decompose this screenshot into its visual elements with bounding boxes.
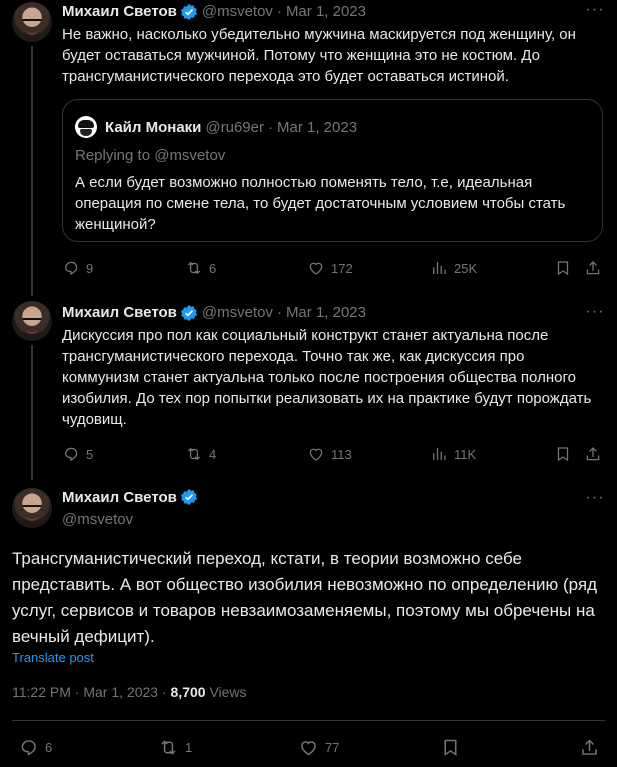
reply-button[interactable]: 5 [62,444,93,464]
like-button[interactable]: 77 [298,737,339,757]
thread-connector [31,345,33,480]
verified-badge-icon [180,3,198,21]
main-author-row: Михаил Светов [62,488,202,506]
reply-button[interactable]: 6 [18,737,52,757]
quoted-tweet[interactable]: Кайл Монаки @ru69er · Mar 1, 2023 Replyi… [62,99,603,242]
share-icon [586,261,600,275]
post-date[interactable]: Mar 1, 2023 [286,303,366,323]
thread: Михаил Светов @msvetov · Mar 1, 2023 ···… [0,0,617,767]
share-icon [586,447,600,461]
views-icon [433,448,446,460]
post-time[interactable]: 11:22 PM [12,684,71,700]
views-button[interactable]: 25K [430,258,477,278]
repost-count: 1 [185,739,193,755]
separator: · [74,684,80,700]
quote-author-name: Кайл Монаки [105,118,202,136]
bookmark-icon [557,447,569,462]
author-handle[interactable]: @msvetov [202,303,273,323]
tweet-text: Дискуссия про пол как социальный констру… [62,327,592,428]
reply-count: 5 [86,446,94,462]
like-count: 113 [331,446,352,462]
tweet-text: Не важно, насколько убедительно мужчина … [62,26,576,85]
views-label: Views [209,684,247,700]
like-count: 172 [331,260,353,276]
main-tweet-text: Трансгуманистический переход, кстати, в … [12,549,597,646]
post-date[interactable]: Mar 1, 2023 [286,2,366,22]
repost-icon [187,261,201,275]
avatar[interactable] [12,301,52,341]
quote-author-handle: @ru69er [205,118,264,136]
separator: · [276,304,282,321]
like-icon [301,740,316,755]
like-icon [309,448,323,461]
repost-button[interactable]: 6 [185,258,216,278]
bookmark-icon [557,261,569,276]
author-handle[interactable]: @msvetov [62,511,133,528]
views-count: 11K [454,446,477,462]
divider [12,720,605,721]
more-icon[interactable]: ··· [585,2,605,24]
bookmark-icon [444,739,457,756]
quote-header: Кайл Монаки @ru69er · Mar 1, 2023 [75,116,357,138]
author-handle[interactable]: @msvetov [202,2,273,22]
bookmark-button[interactable] [554,258,572,278]
repost-count: 4 [209,446,217,462]
reply-icon [65,447,78,462]
reply-button[interactable]: 9 [62,258,93,278]
separator: · [267,118,273,136]
views-icon [433,262,446,274]
like-button[interactable]: 113 [307,444,352,464]
author-name[interactable]: Михаил Светов [62,303,177,323]
repost-button[interactable]: 4 [185,444,216,464]
repost-count: 6 [209,260,217,276]
like-button[interactable]: 172 [307,258,353,278]
avatar[interactable] [12,2,52,42]
tweet-header: Михаил Светов @msvetov · Mar 1, 2023 [62,303,366,323]
post-date[interactable]: Mar 1, 2023 [83,684,158,700]
reply-icon [21,739,36,756]
verified-badge-icon [180,488,198,506]
reply-icon [65,261,78,276]
action-bar: 5 4 113 11K [62,444,607,464]
share-button[interactable] [584,258,602,278]
quote-avatar [75,116,97,138]
thread-connector [31,46,33,296]
more-icon[interactable]: ··· [585,490,605,512]
author-name[interactable]: Михаил Светов [62,2,177,22]
repost-icon [161,739,176,755]
tweet-header: Михаил Светов @msvetov · Mar 1, 2023 [62,2,366,22]
verified-badge-icon [180,304,198,322]
share-button[interactable] [579,737,600,757]
bookmark-button[interactable] [440,737,461,757]
share-button[interactable] [584,444,602,464]
like-icon [309,262,323,275]
bookmark-button[interactable] [554,444,572,464]
replying-to-label: Replying to @msvetov [75,147,226,164]
more-icon[interactable]: ··· [585,304,605,326]
reply-count: 6 [45,739,53,755]
post-meta: 11:22 PM · Mar 1, 2023 · 8,700 Views [12,684,247,700]
reply-count: 9 [86,260,94,276]
translate-post-link[interactable]: Translate post [12,650,94,665]
avatar[interactable] [12,488,52,528]
views-count: 25K [454,260,478,276]
main-action-bar: 6 1 77 [12,737,605,759]
repost-button[interactable]: 1 [158,737,192,757]
author-name[interactable]: Михаил Светов [62,489,177,506]
views-button[interactable]: 11K [430,444,476,464]
separator: · [276,3,282,20]
like-count: 77 [325,739,340,755]
quote-date: Mar 1, 2023 [276,118,358,136]
separator: · [161,684,167,700]
views-count: 8,700 [170,684,206,700]
quote-text: А если будет возможно полностью поменять… [75,174,566,233]
repost-icon [187,447,201,461]
action-bar: 9 6 172 25K [62,258,607,278]
share-icon [582,738,597,755]
